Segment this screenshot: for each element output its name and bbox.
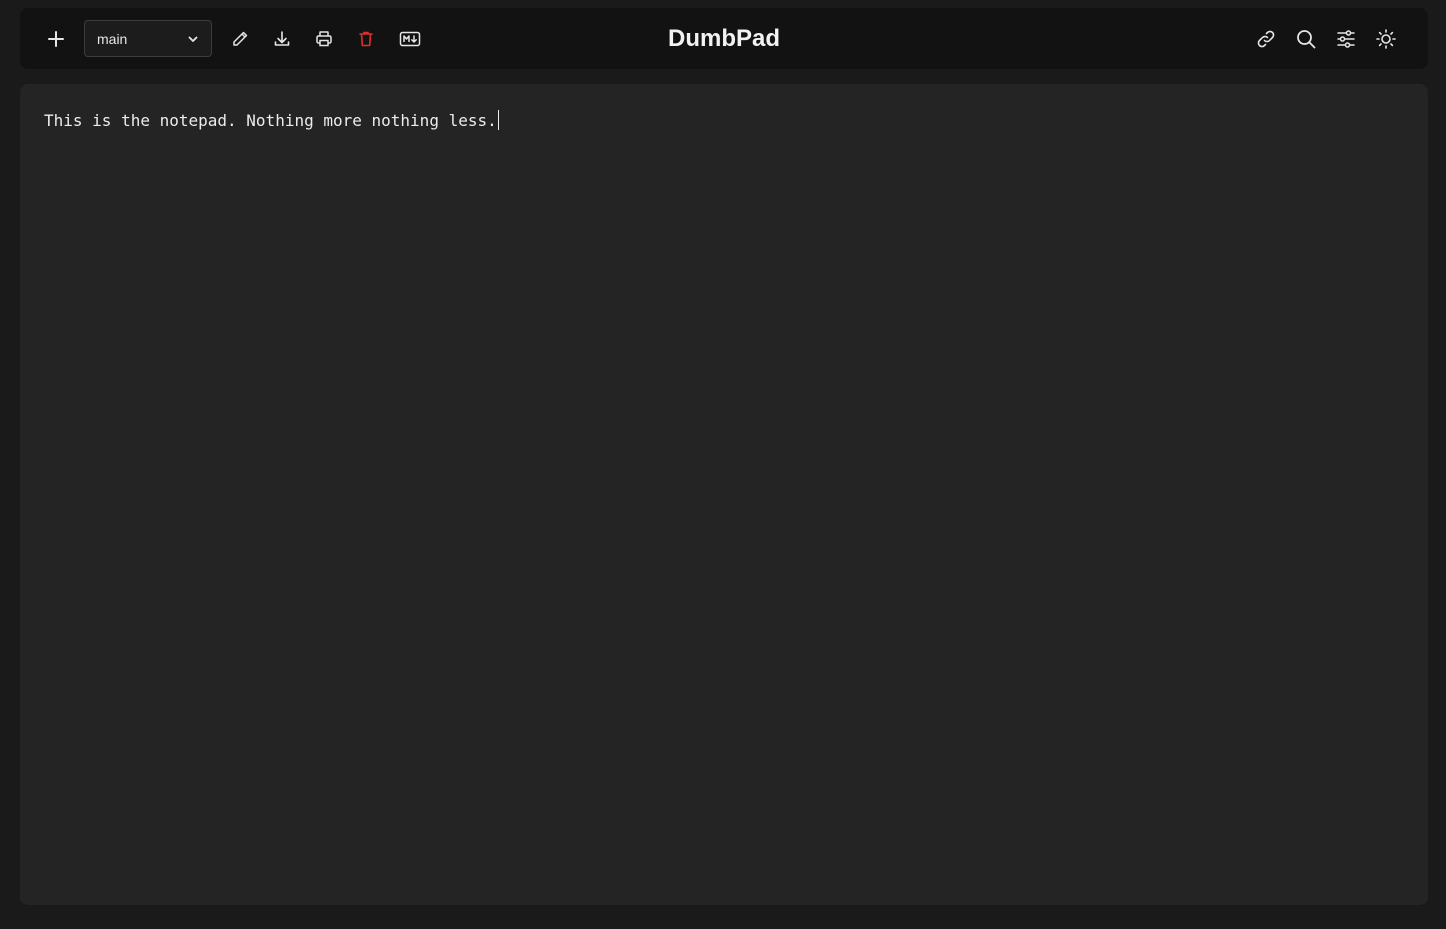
print-button[interactable] [306,21,342,57]
new-notepad-button[interactable] [38,21,74,57]
markdown-icon [399,31,421,46]
rename-button[interactable] [222,21,258,57]
header-bar: main DumbPad [20,8,1428,69]
editor-area[interactable]: This is the notepad. Nothing more nothin… [20,84,1428,905]
text-caret [497,110,499,130]
download-button[interactable] [264,21,300,57]
markdown-preview-button[interactable] [392,21,428,57]
notepad-select[interactable]: main [84,20,212,57]
settings-sliders-icon [1337,29,1355,48]
toolbar-left: main [38,8,428,69]
editor-content: This is the notepad. Nothing more nothin… [44,111,497,130]
printer-icon [316,30,332,46]
notepad-select-value: main [97,30,128,47]
trash-icon [359,31,373,46]
link-icon [1257,30,1275,47]
search-button[interactable] [1288,21,1324,57]
copy-link-button[interactable] [1248,21,1284,57]
pencil-icon [233,31,248,46]
download-icon [274,30,290,46]
toolbar-right [1248,8,1404,69]
theme-toggle-button[interactable] [1368,21,1404,57]
delete-button[interactable] [348,21,384,57]
plus-icon [48,30,64,47]
settings-button[interactable] [1328,21,1364,57]
notepad-select-wrapper: main [84,20,212,57]
chevron-down-icon [188,36,198,42]
sun-icon [1376,28,1396,49]
search-icon [1297,29,1316,48]
